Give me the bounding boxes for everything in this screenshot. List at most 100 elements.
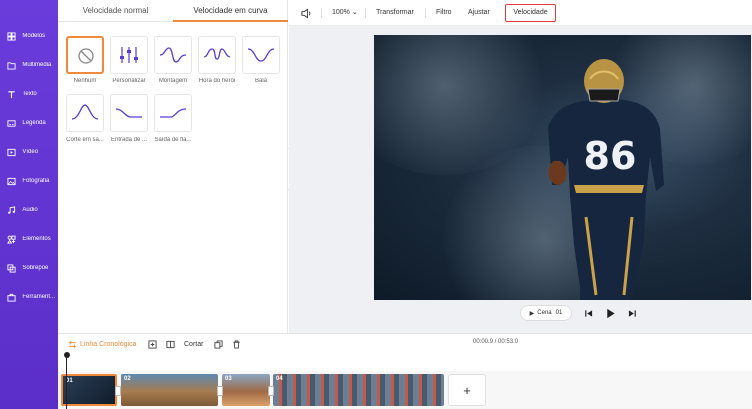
tab-normal-speed[interactable]: Velocidade normal [58, 0, 173, 22]
preset-jump-cut[interactable] [66, 94, 104, 132]
duplicate-icon [213, 339, 223, 349]
preset-bullet[interactable] [242, 36, 280, 74]
template-icon [7, 31, 16, 41]
split-icon [165, 340, 175, 348]
toolbar-divider [425, 8, 426, 18]
sidebar-item-photo[interactable]: Fotografia [0, 169, 58, 193]
sidebar-item-label: Vídeo [22, 149, 39, 155]
clip-03[interactable]: 03 [222, 374, 270, 406]
sidebar-item-label: Multimédia [22, 62, 52, 68]
zoom-value: 100% [332, 9, 350, 16]
preset-flash-in[interactable] [110, 94, 148, 132]
duplicate-button[interactable] [213, 339, 223, 349]
next-button[interactable] [626, 307, 638, 319]
timecode: 00:00.9 / 00:53.0 [473, 339, 519, 345]
preset-custom[interactable] [110, 36, 148, 74]
playhead-handle[interactable] [64, 352, 70, 358]
speed-button[interactable]: Velocidade [505, 4, 556, 22]
timeline-ruler [58, 353, 752, 371]
clip-transition-handle[interactable] [268, 386, 274, 396]
sidebar-item-tools[interactable]: Ferrament... [0, 285, 58, 309]
delete-button[interactable] [231, 339, 241, 349]
montage-curve-icon [159, 47, 187, 63]
sidebar-item-label: Fotografia [22, 178, 50, 184]
timeline-label: Linha Cronológica [80, 340, 137, 348]
add-clip-button[interactable]: + [448, 374, 486, 406]
add-frame-icon [147, 339, 157, 349]
preset-label: Saída de fla... [154, 137, 192, 143]
trash-icon [232, 339, 240, 349]
cut-button[interactable]: Cortar [184, 334, 203, 354]
sliders-icon [120, 47, 138, 63]
clip-number: 03 [225, 376, 232, 382]
text-icon [7, 89, 16, 99]
preset-label: Nenhum [73, 78, 97, 84]
sidebar-item-label: Legenda [22, 120, 46, 126]
clip-number: 04 [276, 376, 283, 382]
elements-icon [7, 234, 16, 244]
scene-selector-button[interactable]: ▶ Cena 01 [520, 305, 572, 321]
sidebar-item-label: Texto [22, 91, 37, 97]
scene-number: 01 [555, 310, 563, 316]
play-icon [606, 308, 615, 318]
sidebar-item-audio[interactable]: Áudio [0, 198, 58, 222]
photo-icon [7, 176, 16, 186]
timeline-toggle[interactable]: Linha Cronológica [68, 334, 136, 354]
sidebar-item-media[interactable]: Multimédia [0, 53, 58, 77]
add-frame-button[interactable] [147, 339, 157, 349]
preset-montage[interactable] [154, 36, 192, 74]
overlay-icon [7, 263, 16, 273]
speed-panel: Velocidade normal Velocidade em curva Ne… [58, 0, 288, 333]
sidebar-item-label: Áudio [22, 207, 38, 213]
sidebar: Modelos Multimédia Texto Legenda Vídeo F… [0, 0, 58, 409]
zoom-select[interactable]: 100% ⌄ [332, 0, 358, 26]
preset-label: Entrada de ... [110, 137, 148, 143]
sidebar-item-templates[interactable]: Modelos [0, 24, 58, 48]
jump-cut-curve-icon [71, 104, 99, 120]
preset-label: Montagem [158, 78, 188, 84]
audio-icon [7, 205, 16, 215]
scene-label: Cena [537, 310, 552, 316]
clip-number: 01 [66, 378, 73, 384]
tab-curve-speed[interactable]: Velocidade em curva [173, 0, 288, 22]
video-preview[interactable]: 86 [374, 35, 751, 300]
sidebar-item-overlay[interactable]: Sobrepõe [0, 256, 58, 280]
clip-transition-handle[interactable] [115, 386, 121, 396]
football-player-image: 86 [548, 59, 664, 300]
tools-icon [7, 292, 16, 302]
flash-out-curve-icon [159, 108, 187, 118]
clip-01[interactable]: 01 [61, 374, 117, 406]
toolbar-divider [365, 8, 366, 18]
sidebar-item-elements[interactable]: Elementos [0, 227, 58, 251]
preset-hero-time[interactable] [198, 36, 236, 74]
split-button[interactable] [165, 339, 175, 349]
sidebar-item-label: Ferrament... [22, 294, 56, 300]
transform-button[interactable]: Transformar [376, 0, 414, 26]
clip-transition-handle[interactable] [217, 386, 223, 396]
sidebar-item-label: Modelos [22, 33, 46, 39]
volume-button[interactable] [301, 0, 312, 26]
preset-none[interactable] [66, 36, 104, 74]
previous-button[interactable] [582, 307, 594, 319]
clip-02[interactable]: 02 [121, 374, 218, 406]
hero-curve-icon [203, 48, 231, 60]
play-button[interactable] [604, 307, 616, 319]
sidebar-item-caption[interactable]: Legenda [0, 111, 58, 135]
timeline-toolbar: Linha Cronológica Cortar [58, 333, 752, 353]
adjust-button[interactable]: Ajustar [468, 0, 490, 26]
preset-label: Hora do herói [198, 78, 236, 84]
sidebar-item-video[interactable]: Vídeo [0, 140, 58, 164]
timeline-icon [68, 340, 77, 348]
playhead[interactable] [66, 353, 67, 409]
clip-04[interactable]: 04 [273, 374, 444, 406]
preset-label: Personalizar [112, 78, 146, 84]
media-icon [7, 60, 16, 70]
sidebar-item-text[interactable]: Texto [0, 82, 58, 106]
skip-forward-icon [628, 309, 636, 317]
preset-label: Corte em sa... [66, 137, 104, 143]
filter-button[interactable]: Filtro [436, 0, 452, 26]
caption-icon [7, 118, 16, 128]
preset-flash-out[interactable] [154, 94, 192, 132]
video-icon [7, 147, 16, 157]
sidebar-item-label: Sobrepõe [22, 265, 49, 271]
